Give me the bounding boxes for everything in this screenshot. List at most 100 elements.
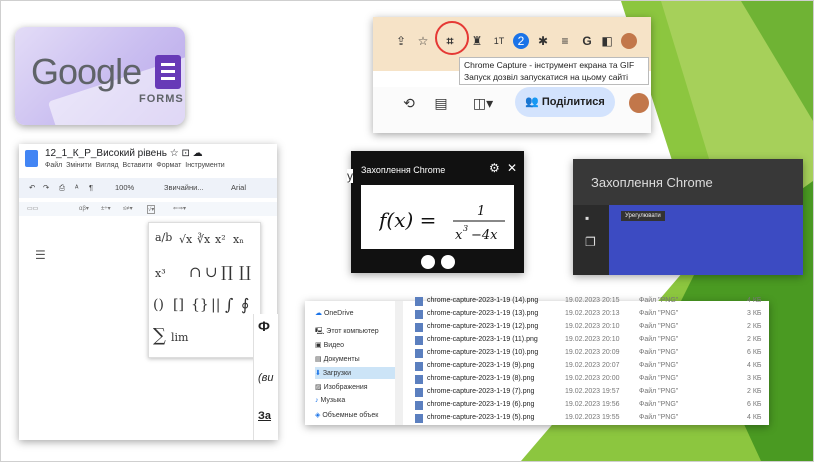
relations-menu[interactable]: ≤≠▾ (123, 205, 133, 212)
nav-item-video[interactable]: ▣ Видео (315, 341, 344, 349)
menu-file[interactable]: Файл (45, 162, 62, 169)
file-size: 3 КБ (747, 310, 762, 317)
svg-text:x: x (455, 228, 463, 243)
capture-panel-screenshot: Захоплення Chrome ▪ ❐ Урегулювати (573, 159, 803, 275)
file-icon (415, 310, 423, 319)
file-row[interactable]: chrome-capture-2023-1-19 (11).png 19.02.2… (415, 336, 769, 348)
menu-tools[interactable]: Інструменти (185, 162, 224, 169)
intersection-symbol[interactable]: ∩ (189, 263, 202, 281)
math-operations-menu[interactable]: √▾ (147, 205, 156, 214)
gear-icon[interactable]: ⚙ (489, 161, 500, 175)
sum-symbol[interactable]: ∑ (153, 325, 166, 346)
side-panel-icon[interactable]: ◧ (599, 33, 615, 49)
print-icon[interactable]: ⎙ (59, 183, 65, 193)
nav-item-this-pc[interactable]: 🖳 Этот компьютер (315, 327, 379, 338)
file-type: Файл "PNG" (639, 375, 679, 382)
file-row[interactable]: chrome-capture-2023-1-19 (13).png 19.02.2… (415, 310, 769, 322)
nav-item-documents[interactable]: ▤ Документы (315, 355, 360, 363)
file-size: 4 КБ (747, 414, 762, 421)
nav-item-images[interactable]: ▨ Изображения (315, 383, 368, 391)
puzzle-icon[interactable]: ✱ (535, 33, 551, 49)
power-symbol[interactable]: x³ (155, 267, 166, 280)
coproduct-symbol[interactable]: ∐ (239, 263, 251, 281)
file-name: chrome-capture-2023-1-19 (10).png (427, 349, 539, 356)
share-page-icon[interactable]: ⇪ (393, 33, 409, 49)
folder-icon[interactable]: ⊡ (182, 148, 193, 159)
menu-view[interactable]: Вигляд (96, 162, 119, 169)
misc-operations-menu[interactable]: ±÷▾ (101, 205, 111, 212)
outline-icon[interactable]: ☰ (35, 248, 46, 262)
new-equation-button[interactable]: ▭▭ (27, 205, 38, 212)
chrome-capture-popup: Захоплення Chrome ⚙ ✕ f(x) = 1 x 3 −4x у (347, 151, 524, 273)
file-row[interactable]: chrome-capture-2023-1-19 (7).png 19.02.20… (415, 388, 769, 400)
menu-format[interactable]: Формат (156, 162, 181, 169)
undo-icon[interactable]: ↶ (29, 183, 35, 192)
file-row[interactable]: chrome-capture-2023-1-19 (8).png 19.02.20… (415, 375, 769, 387)
record-icon[interactable] (441, 255, 455, 269)
parentheses-symbol[interactable]: () (153, 297, 164, 313)
union-symbol[interactable]: ∪ (205, 263, 218, 281)
menu-edit[interactable]: Змінити (66, 162, 92, 169)
nav-item-3d-objects[interactable]: ◈ Объемные объек (315, 411, 378, 419)
video-icon: ▣ (315, 342, 324, 349)
style-select[interactable]: Звичайни... (164, 183, 204, 192)
file-row[interactable]: chrome-capture-2023-1-19 (5).png 19.02.20… (415, 414, 769, 426)
zoom-select[interactable]: 100% (115, 183, 134, 192)
paint-format-icon[interactable]: ¶ (89, 183, 93, 192)
integral-symbol[interactable]: ∫ (225, 295, 233, 314)
font-select[interactable]: Arial (231, 183, 246, 192)
svg-text:−4x: −4x (471, 228, 498, 243)
spellcheck-icon[interactable]: ᴬ (75, 183, 78, 192)
file-size: 6 КБ (747, 349, 762, 356)
file-row[interactable]: chrome-capture-2023-1-19 (6).png 19.02.20… (415, 401, 769, 413)
file-date: 19.02.2023 20:15 (565, 297, 620, 304)
superscript-symbol[interactable]: x² (215, 233, 226, 246)
file-date: 19.02.2023 19:56 (565, 401, 620, 408)
file-row[interactable]: chrome-capture-2023-1-19 (10).png 19.02.2… (415, 349, 769, 361)
google-forms-logo: Google FORMS (15, 27, 185, 125)
extension-icon-3[interactable]: 2 (513, 33, 529, 49)
comment-icon[interactable]: ▤ (433, 95, 449, 111)
reading-list-icon[interactable]: ≡ (557, 33, 573, 49)
camera-icon[interactable] (421, 255, 435, 269)
product-symbol[interactable]: ∏ (221, 263, 233, 281)
history-icon[interactable]: ⟲ (401, 95, 417, 111)
save-icon[interactable]: ▪ (585, 211, 589, 225)
star-icon[interactable]: ☆ (170, 148, 182, 159)
extension-icon-1[interactable]: ♜ (469, 33, 485, 49)
sqrt-symbol[interactable]: √x (179, 233, 192, 246)
nav-item-onedrive[interactable]: ☁ OneDrive (315, 309, 354, 317)
fraction-symbol[interactable]: a/b (155, 231, 172, 244)
cuberoot-symbol[interactable]: ∛x (197, 233, 210, 246)
file-row[interactable]: chrome-capture-2023-1-19 (12).png 19.02.2… (415, 323, 769, 335)
avatar[interactable] (629, 93, 649, 113)
star-icon[interactable]: ☆ (415, 33, 431, 49)
contour-integral-symbol[interactable]: ∮ (241, 295, 249, 314)
subscript-symbol[interactable]: xₙ (233, 233, 244, 246)
extension-icon-2[interactable]: 1T (491, 33, 507, 49)
meet-icon[interactable]: ◫▾ (469, 95, 497, 111)
brackets-symbol[interactable]: [] (173, 297, 184, 313)
cloud-icon: ☁ (315, 310, 324, 317)
profile-icon[interactable] (621, 33, 637, 49)
nav-label: Объемные объек (322, 412, 379, 419)
close-icon[interactable]: ✕ (507, 161, 517, 175)
redo-icon[interactable]: ↷ (43, 183, 49, 192)
file-row[interactable]: chrome-capture-2023-1-19 (14).png 19.02.2… (415, 297, 769, 309)
share-button[interactable]: 👥 Поділитися (515, 87, 615, 117)
menu-insert[interactable]: Вставити (123, 162, 153, 169)
nav-item-music[interactable]: ♪ Музыка (315, 397, 345, 404)
file-row[interactable]: chrome-capture-2023-1-19 (9).png 19.02.20… (415, 362, 769, 374)
greek-letters-menu[interactable]: αβ▾ (79, 205, 89, 212)
limit-symbol[interactable]: lim (171, 331, 188, 344)
copy-icon[interactable]: ❐ (585, 235, 596, 249)
google-g-icon[interactable]: G (579, 33, 595, 49)
nav-item-downloads[interactable]: ⬇ Загрузки (315, 369, 351, 377)
nav-scrollbar[interactable] (395, 301, 403, 425)
share-people-icon: 👥 (525, 96, 542, 108)
file-type: Файл "PNG" (639, 414, 679, 421)
arrows-menu[interactable]: ⇐⇒▾ (173, 205, 186, 212)
document-title[interactable]: 12_1_К_Р_Високий рівень ☆ ⊡ ☁ (45, 148, 203, 159)
abs-symbol[interactable]: || (211, 297, 220, 313)
braces-symbol[interactable]: {} (191, 297, 209, 313)
